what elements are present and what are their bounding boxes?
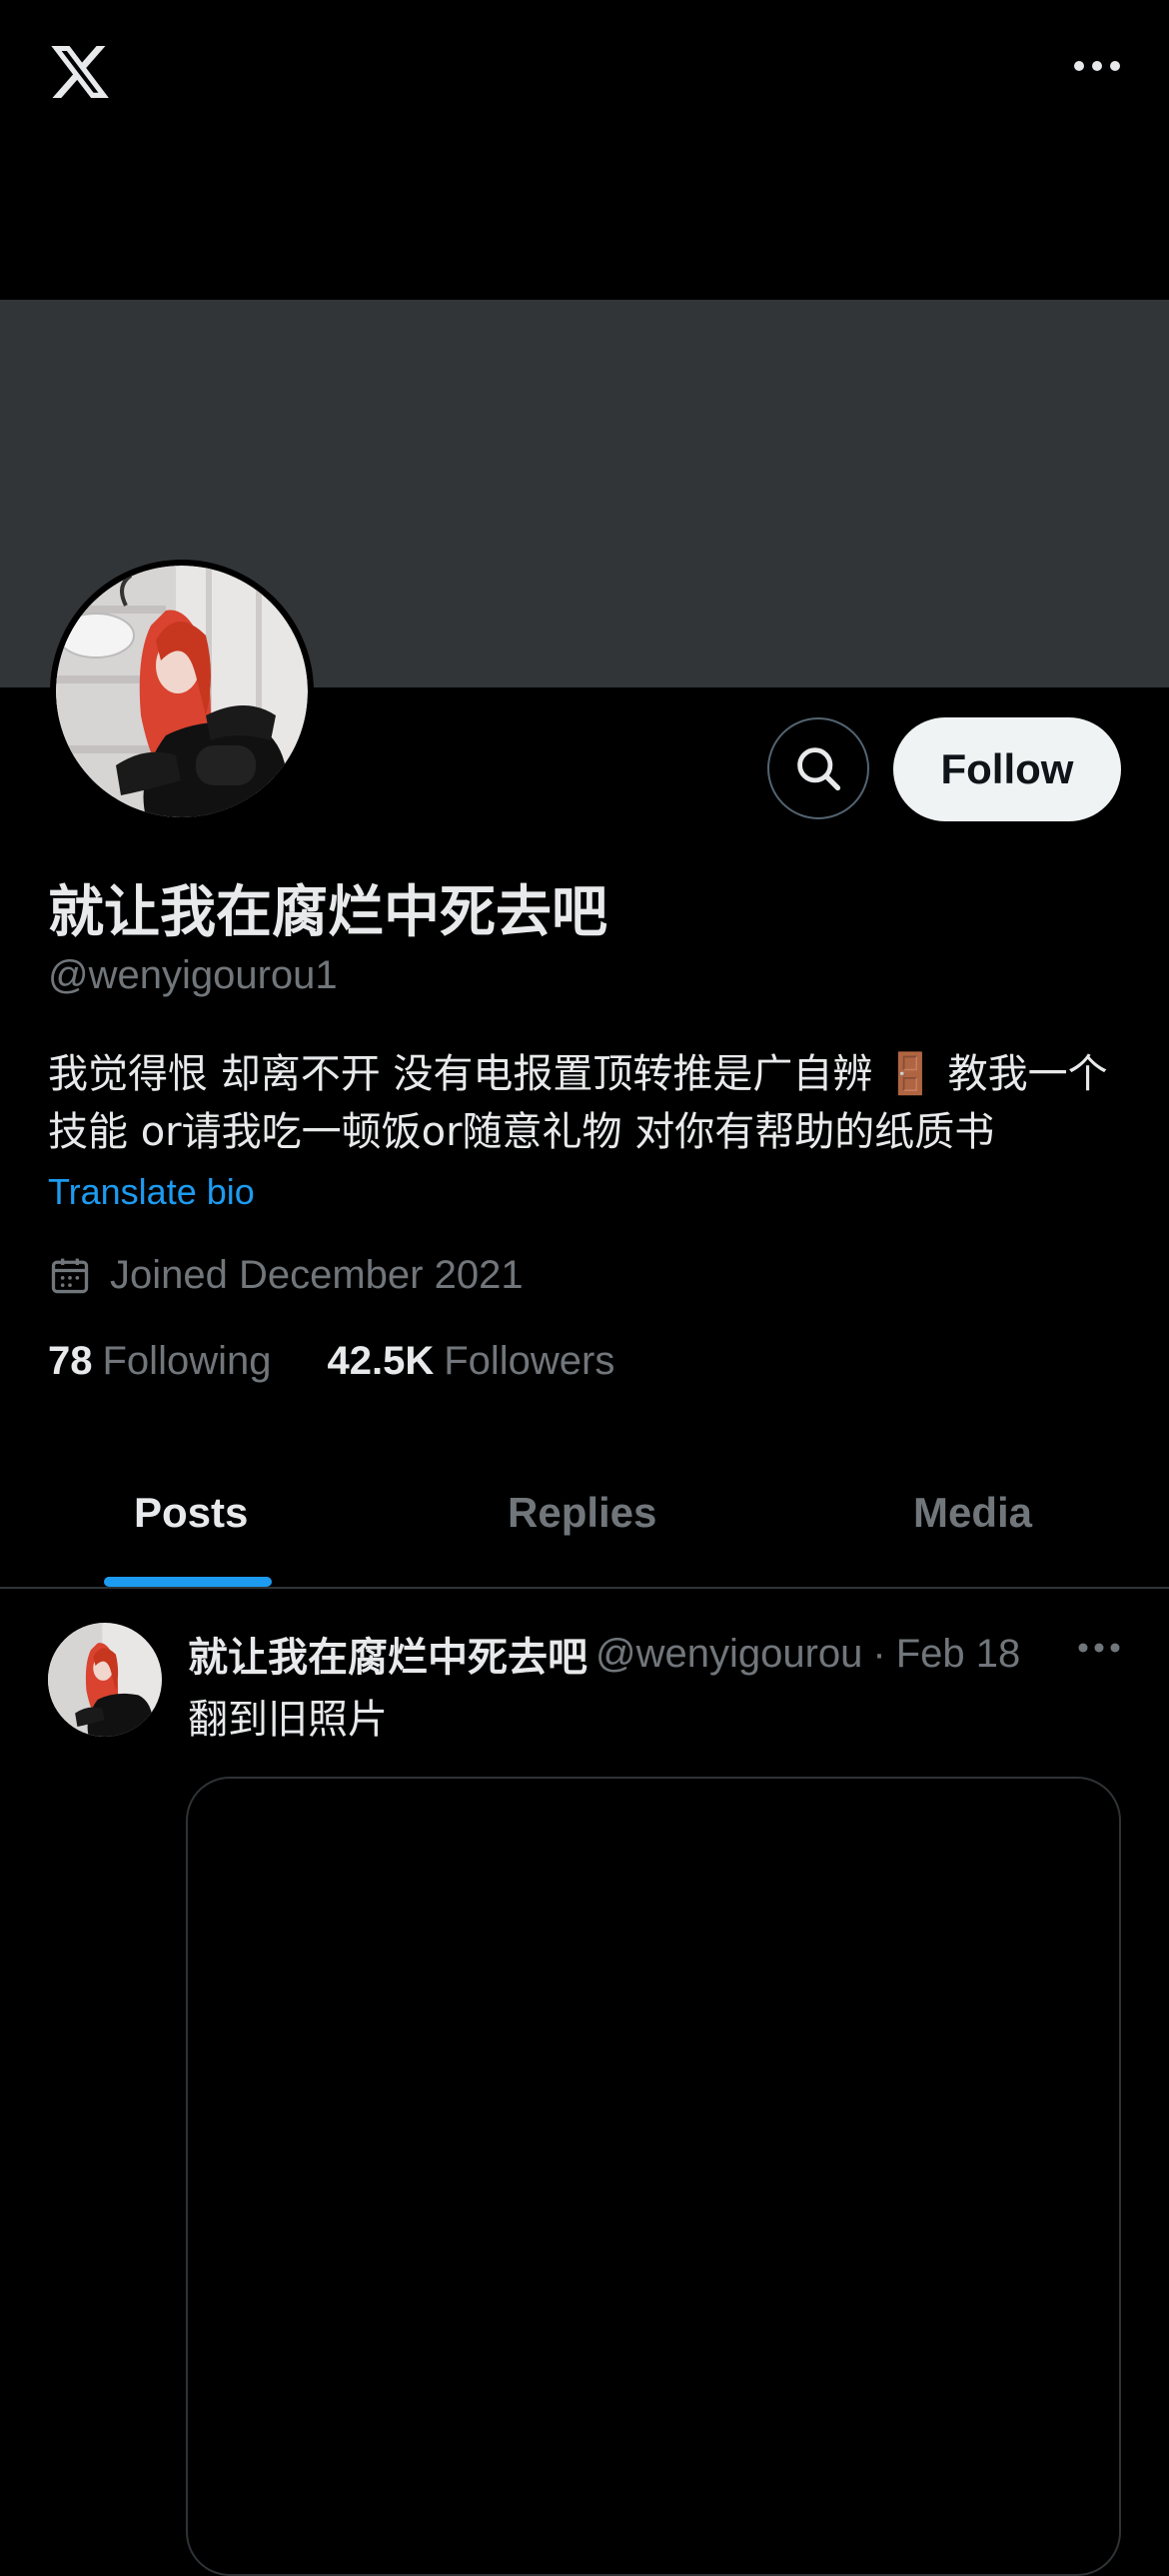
search-profile-button[interactable]: [767, 717, 869, 819]
joined-text: Joined December 2021: [110, 1253, 524, 1297]
profile-avatar[interactable]: [50, 560, 314, 823]
active-tab-indicator: [104, 1577, 272, 1587]
tab-media[interactable]: Media: [913, 1489, 1032, 1537]
profile-tabs: Posts Replies Media: [0, 1449, 1169, 1589]
calendar-icon: [51, 1258, 89, 1293]
profile-bio: 我觉得恨 却离不开 没有电报置顶转推是广自辨 🚪 教我一个技能 or请我吃一顿饭…: [48, 1051, 1108, 1155]
post-media[interactable]: [186, 1777, 1121, 2576]
joined-date: Joined December 2021: [48, 1253, 524, 1298]
post-item[interactable]: 就让我在腐烂中死去吧 @wenyigourou · Feb 18 翻到旧照片: [0, 1589, 1169, 2576]
post-header: 就让我在腐烂中死去吧 @wenyigourou · Feb 18: [188, 1625, 1127, 1683]
following-count: 78: [48, 1339, 93, 1383]
follow-stats: 78 Following 42.5K Followers: [48, 1339, 614, 1384]
followers-link[interactable]: 42.5K Followers: [327, 1339, 614, 1384]
post-date[interactable]: Feb 18: [896, 1632, 1021, 1677]
post-author-name[interactable]: 就让我在腐烂中死去吧: [188, 1625, 587, 1683]
post-author-handle[interactable]: @wenyigourou: [595, 1632, 862, 1677]
search-icon: [797, 747, 841, 791]
top-bar: [0, 0, 1169, 300]
avatar-image: [56, 566, 308, 817]
tab-replies[interactable]: Replies: [508, 1489, 656, 1537]
x-logo-icon[interactable]: [46, 40, 114, 104]
post-separator: ·: [872, 1631, 886, 1676]
post-author-avatar[interactable]: [48, 1623, 162, 1737]
post-more-icon[interactable]: [1077, 1641, 1121, 1655]
tab-posts[interactable]: Posts: [134, 1489, 248, 1537]
profile-handle: @wenyigourou1: [48, 953, 338, 997]
following-link[interactable]: 78 Following: [48, 1339, 271, 1384]
followers-label: Followers: [444, 1339, 615, 1383]
post-text: 翻到旧照片: [188, 1697, 388, 1743]
post-avatar-image: [48, 1623, 162, 1737]
profile-display-name: 就让我在腐烂中死去吧: [48, 880, 607, 945]
followers-count: 42.5K: [327, 1339, 435, 1383]
more-horizontal-icon[interactable]: [1071, 56, 1123, 76]
follow-button[interactable]: Follow: [893, 717, 1121, 821]
following-label: Following: [102, 1339, 272, 1383]
translate-bio-link[interactable]: Translate bio: [48, 1171, 255, 1213]
